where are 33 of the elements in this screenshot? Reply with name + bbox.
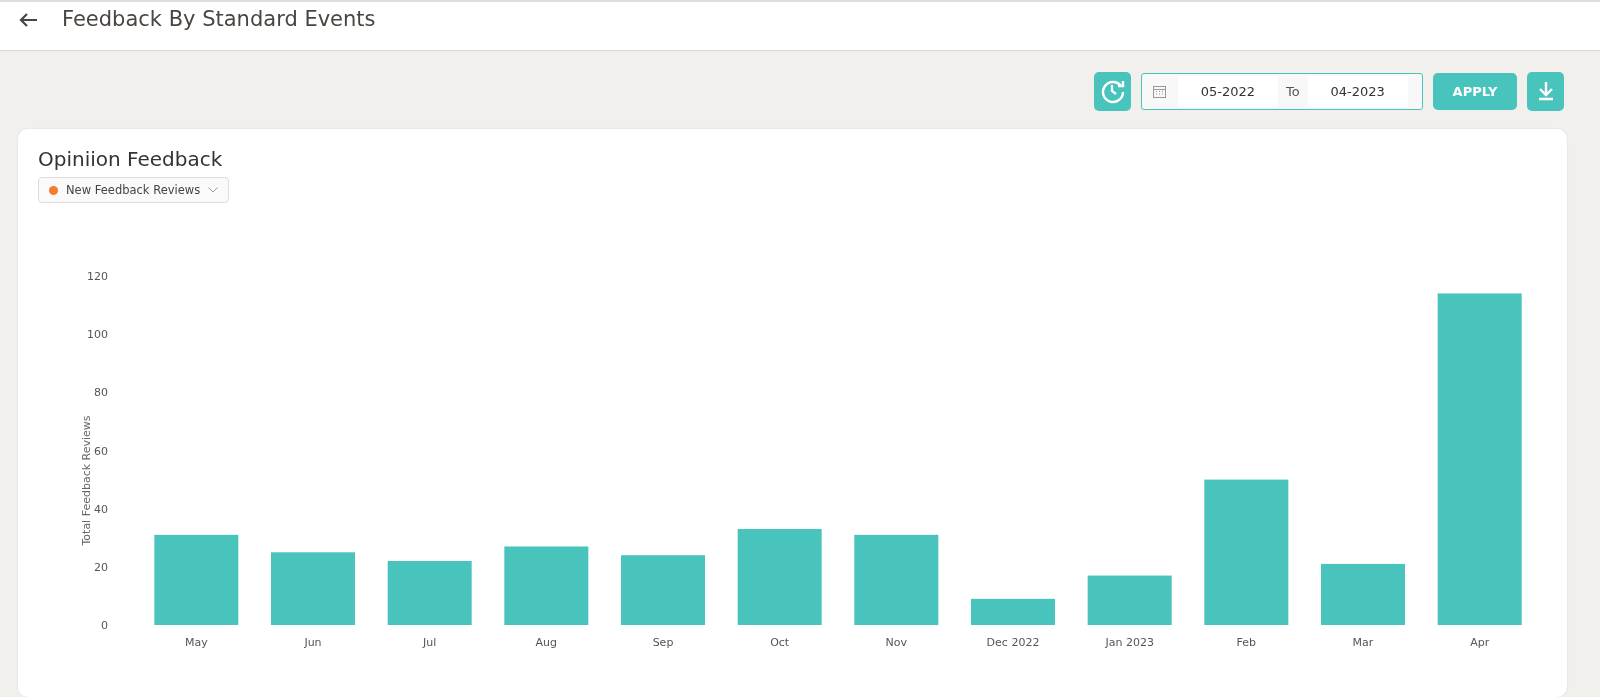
card-title: Opiniion Feedback (38, 147, 224, 171)
x-tick-label: Jun (304, 636, 322, 649)
x-tick-label: Feb (1236, 636, 1257, 649)
x-tick-label: Dec 2022 (986, 636, 1040, 649)
y-tick-label: 80 (94, 386, 108, 400)
series-dropdown[interactable]: New Feedback Reviews (38, 177, 230, 203)
history-button[interactable] (1094, 71, 1131, 111)
y-tick-label: 120 (87, 270, 108, 283)
page-title: Feedback By Standard Events (62, 7, 376, 31)
x-tick-label: Oct (770, 636, 790, 649)
y-tick-label: 40 (94, 502, 108, 516)
y-tick-label: 60 (94, 444, 108, 458)
y-tick-label: 20 (94, 560, 108, 574)
from-date-field[interactable]: 05-2022 (1178, 75, 1278, 107)
x-tick-label: Jan 2023 (1105, 636, 1154, 649)
x-tick-label: Jul (423, 636, 437, 649)
x-tick-label: Nov (885, 636, 908, 649)
download-button[interactable] (1527, 71, 1564, 111)
y-tick-label: 0 (101, 619, 108, 632)
y-tick-label: 100 (87, 328, 108, 342)
date-range-field[interactable]: 05-2022 To 04-2023 (1141, 72, 1423, 110)
x-tick-label: Mar (1352, 636, 1374, 649)
x-tick-label: Sep (652, 636, 674, 649)
x-tick-label: Aug (535, 636, 558, 649)
clock-refresh-icon (1099, 78, 1126, 104)
x-tick-label: May (184, 636, 208, 649)
to-date-field[interactable]: 04-2023 (1307, 75, 1408, 107)
to-label: To (1286, 83, 1300, 99)
y-axis-title: Total Feedback Reviews (80, 415, 93, 546)
chevron-down-icon (208, 187, 219, 193)
calendar-icon (1153, 84, 1166, 98)
x-tick-label: Apr (1470, 636, 1490, 649)
back-arrow-icon[interactable] (18, 12, 38, 28)
